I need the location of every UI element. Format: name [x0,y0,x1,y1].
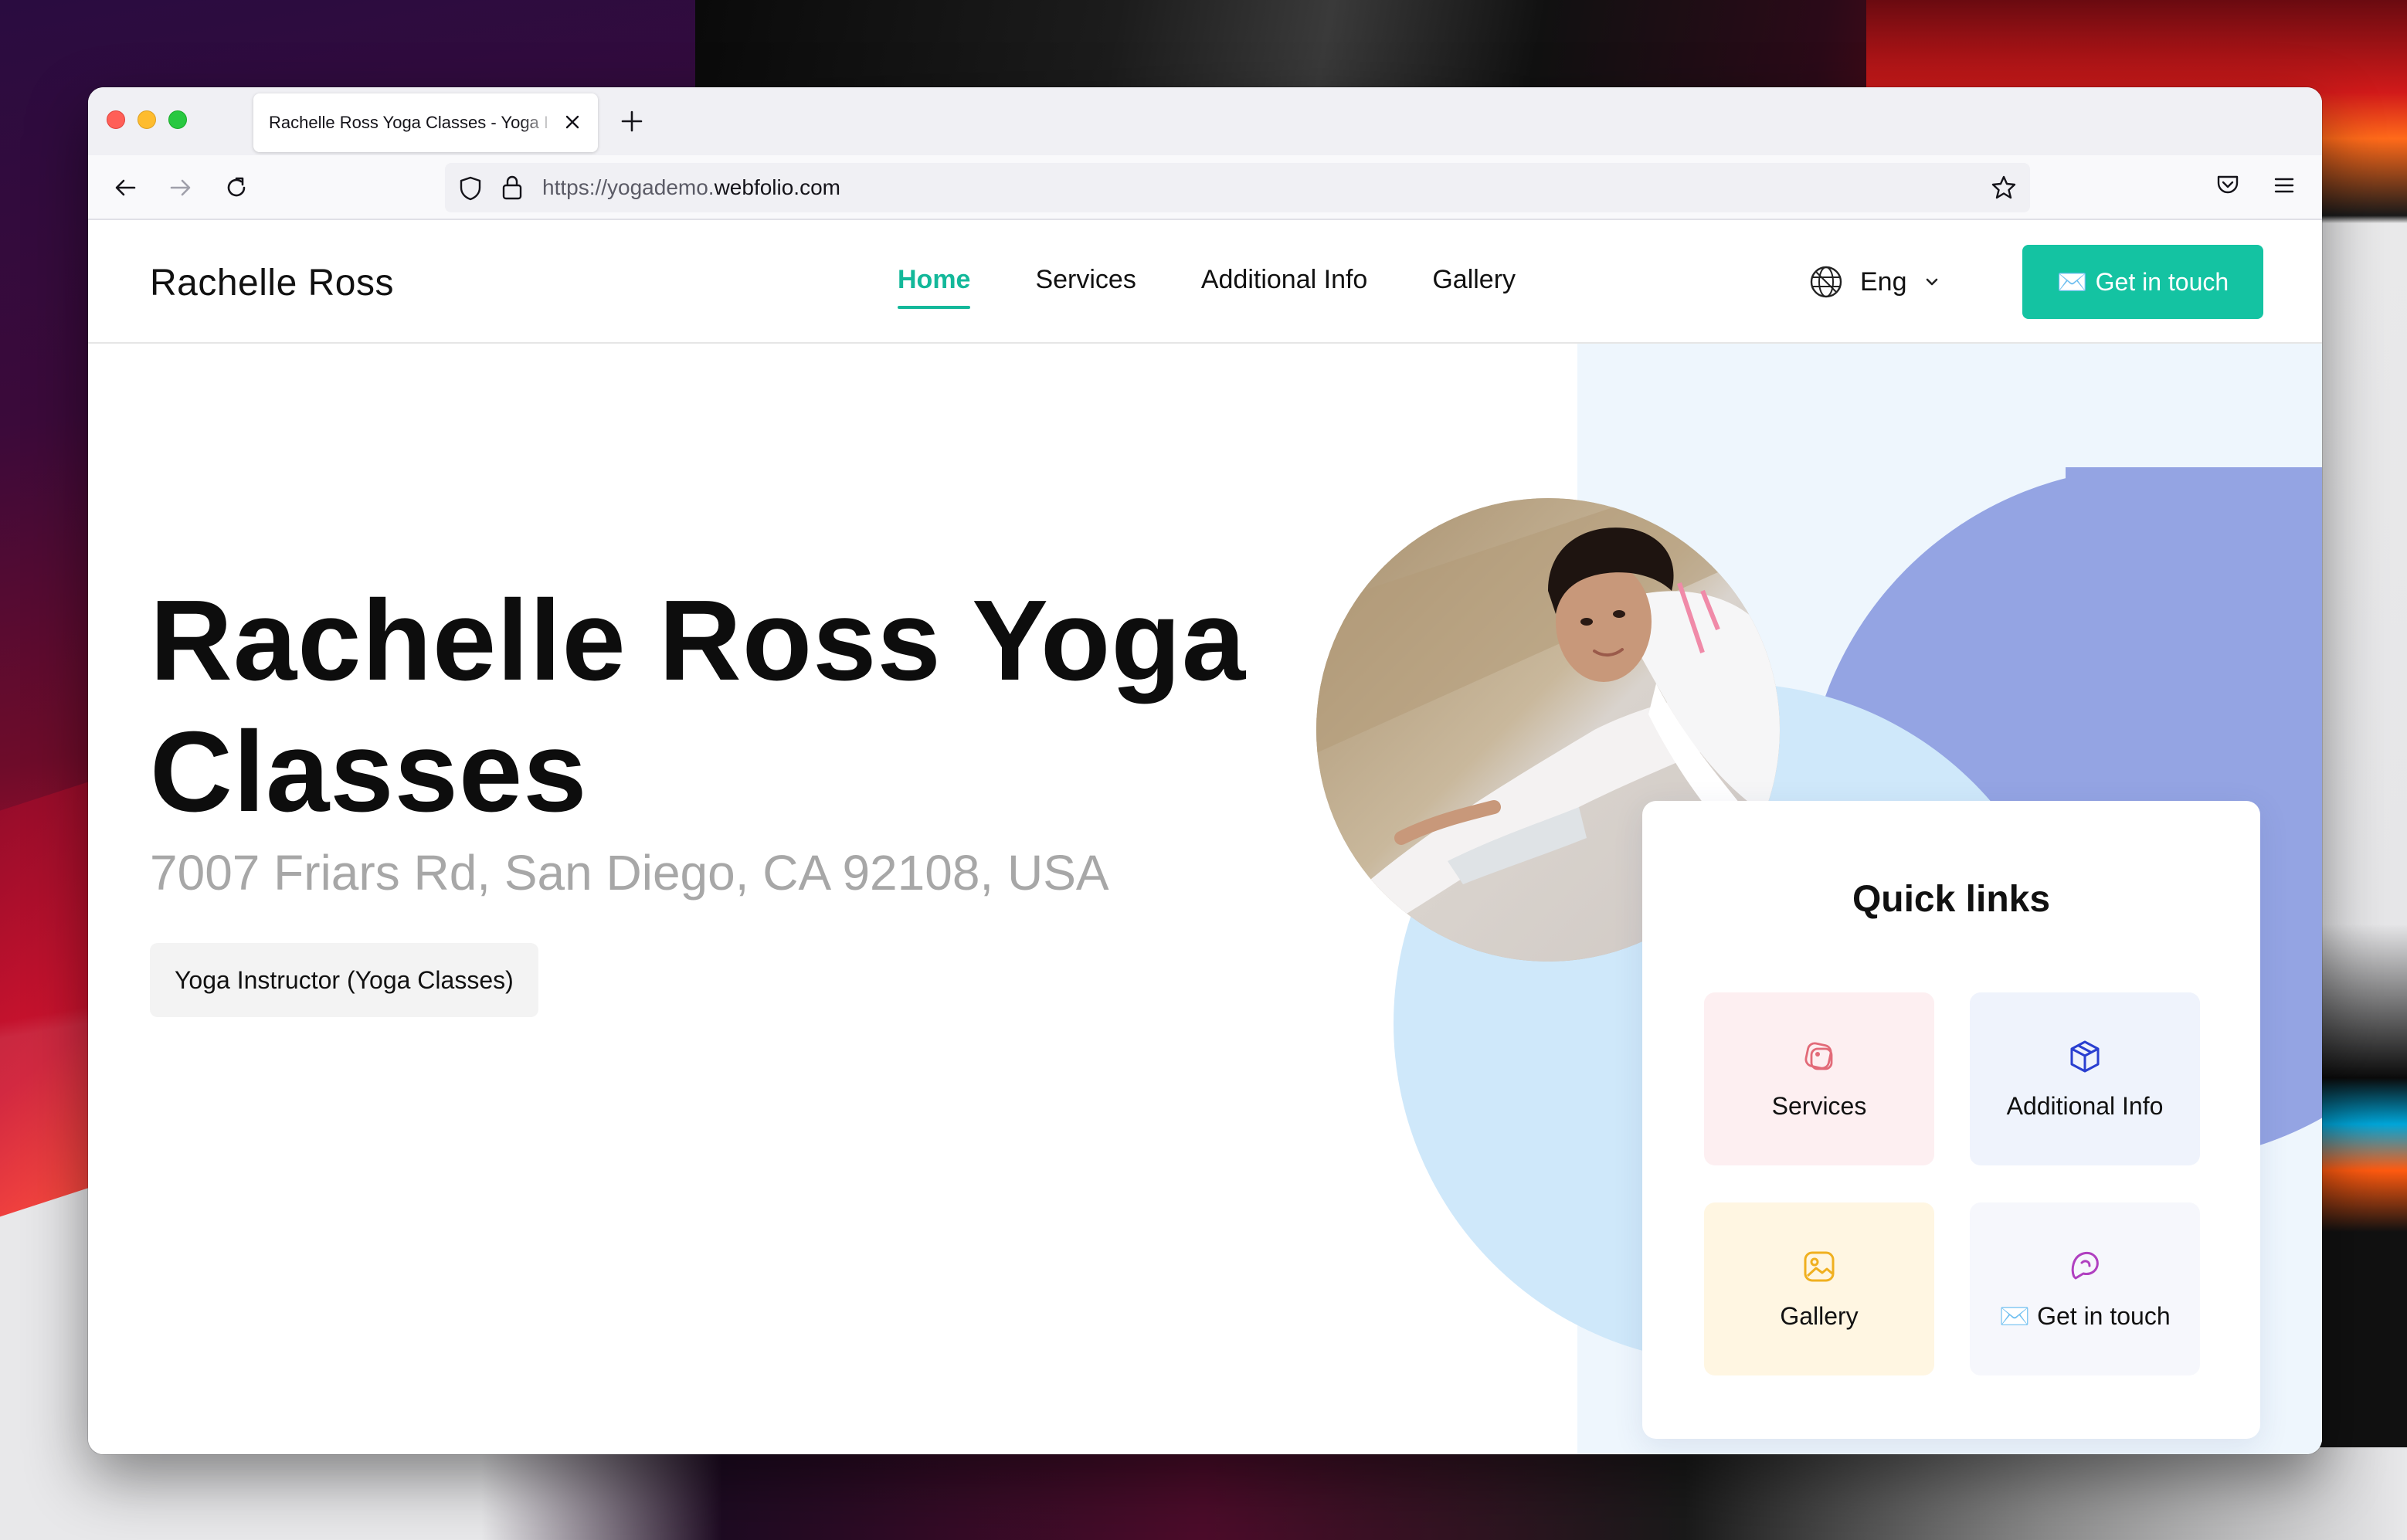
address-bar[interactable]: https://yogademo.webfolio.com [445,163,2030,212]
hamburger-menu-icon[interactable] [2271,172,2297,198]
quick-links-title: Quick links [1852,879,2051,920]
quick-link-label: Services [1771,1091,1867,1120]
forward-arrow-icon [170,179,191,196]
quick-link-label: ✉️ Get in touch [1999,1302,2171,1330]
language-selector[interactable]: Eng [1808,263,1941,300]
quick-links-card: Quick links Services Additional Info Gal… [1642,801,2260,1439]
get-in-touch-label: Get in touch [2095,267,2229,296]
close-tab-icon[interactable] [561,110,584,134]
quick-link-get-in-touch[interactable]: ✉️ Get in touch [1970,1202,2200,1375]
image-icon [1804,1251,1835,1281]
close-window-button[interactable] [107,110,125,129]
site-brand[interactable]: Rachelle Ross [150,262,394,304]
nav-services[interactable]: Services [1035,265,1136,309]
lock-icon[interactable] [499,174,525,202]
maximize-window-button[interactable] [168,110,187,129]
language-label: Eng [1860,266,1907,297]
chevron-down-icon [1926,278,1937,286]
category-chip: Yoga Instructor (Yoga Classes) [150,943,538,1017]
chat-icon [2071,1251,2099,1280]
window-controls [107,110,187,129]
back-arrow-icon [115,179,136,196]
quick-link-label: Additional Info [2006,1091,2164,1120]
tab-title: Rachelle Ross Yoga Classes - Yoga I [269,113,549,132]
webpage: Rachelle Ross Home Services Additional I… [88,220,2322,1454]
new-tab-icon[interactable] [616,106,647,137]
browser-window: Rachelle Ross Yoga Classes - Yoga I http… [88,87,2322,1454]
shield-icon[interactable] [457,175,484,202]
services-icon [1804,1041,1833,1070]
back-button[interactable] [108,171,142,205]
quick-link-gallery[interactable]: Gallery [1704,1202,1934,1375]
hero-title: Rachelle Ross Yoga Classes [150,577,1247,836]
navigation-toolbar: https://yogademo.webfolio.com [88,155,2322,220]
quick-link-services[interactable]: Services [1704,992,1934,1165]
tab-bar: Rachelle Ross Yoga Classes - Yoga I [88,87,2322,155]
quick-link-additional-info[interactable]: Additional Info [1970,992,2200,1165]
url-text[interactable]: https://yogademo.webfolio.com [542,175,840,200]
pocket-icon[interactable] [2214,171,2242,198]
nav-additional-info[interactable]: Additional Info [1201,265,1368,309]
forward-button[interactable] [164,171,198,205]
decorative-purple-shape-extension [2066,467,2322,853]
envelope-emoji-icon: ✉️ [2056,268,2088,296]
reload-icon [227,177,246,197]
reload-button[interactable] [219,171,253,205]
bookmark-star-icon[interactable] [1990,174,2018,202]
nav-home[interactable]: Home [898,265,971,309]
minimize-window-button[interactable] [137,110,156,129]
hero-address: 7007 Friars Rd, San Diego, CA 92108, USA [150,845,1109,901]
cube-icon [2070,1040,2100,1072]
get-in-touch-button[interactable]: ✉️ Get in touch [2022,245,2263,319]
main-navigation: Home Services Additional Info Gallery [898,265,1516,309]
browser-tab[interactable]: Rachelle Ross Yoga Classes - Yoga I [253,93,598,152]
quick-link-label: Gallery [1780,1301,1859,1330]
site-header: Rachelle Ross Home Services Additional I… [88,220,2322,344]
nav-gallery[interactable]: Gallery [1432,265,1516,309]
globe-icon [1810,266,1842,298]
